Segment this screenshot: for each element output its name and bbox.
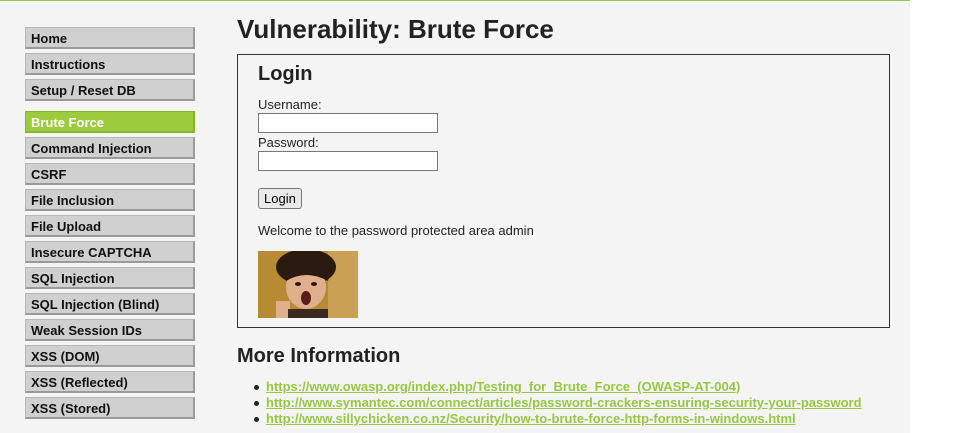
login-button[interactable]: Login bbox=[258, 188, 302, 209]
menu-item-xss-dom[interactable]: XSS (DOM) bbox=[25, 345, 195, 367]
menu-item-xss-reflected[interactable]: XSS (Reflected) bbox=[25, 371, 195, 393]
menu-item-file-upload[interactable]: File Upload bbox=[25, 215, 195, 237]
side-menu: Home Instructions Setup / Reset DB Brute… bbox=[25, 27, 195, 423]
user-avatar-image bbox=[258, 251, 358, 318]
avatar-portrait-icon bbox=[258, 251, 358, 318]
symantec-link[interactable]: http://www.symantec.com/connect/articles… bbox=[266, 395, 862, 410]
menu-item-insecure-captcha[interactable]: Insecure CAPTCHA bbox=[25, 241, 195, 263]
menu-item-sql-injection[interactable]: SQL Injection bbox=[25, 267, 195, 289]
menu-item-home[interactable]: Home bbox=[25, 27, 195, 49]
sillychicken-link[interactable]: http://www.sillychicken.co.nz/Security/h… bbox=[266, 411, 796, 426]
list-item: http://www.symantec.com/connect/articles… bbox=[254, 395, 890, 411]
more-info-list: https://www.owasp.org/index.php/Testing_… bbox=[237, 379, 890, 427]
username-label: Username: bbox=[258, 97, 322, 112]
menu-item-brute-force[interactable]: Brute Force bbox=[25, 111, 195, 133]
password-input[interactable] bbox=[258, 151, 438, 171]
login-heading: Login bbox=[258, 63, 313, 85]
menu-item-instructions[interactable]: Instructions bbox=[25, 53, 195, 75]
menu-item-csrf[interactable]: CSRF bbox=[25, 163, 195, 185]
menu-group-vulnerabilities: Brute Force Command Injection CSRF File … bbox=[25, 111, 195, 419]
menu-item-command-injection[interactable]: Command Injection bbox=[25, 137, 195, 159]
page-title: Vulnerability: Brute Force bbox=[237, 14, 554, 44]
menu-group-general: Home Instructions Setup / Reset DB bbox=[25, 27, 195, 101]
list-item: http://www.sillychicken.co.nz/Security/h… bbox=[254, 411, 890, 427]
password-label: Password: bbox=[258, 135, 319, 150]
main-content: Vulnerability: Brute Force Login Usernam… bbox=[237, 13, 890, 427]
welcome-message: Welcome to the password protected area a… bbox=[258, 223, 534, 238]
more-info-heading: More Information bbox=[237, 345, 401, 367]
login-box: Login Username: Password: Login Welcome … bbox=[237, 54, 890, 328]
menu-item-setup-reset-db[interactable]: Setup / Reset DB bbox=[25, 79, 195, 101]
username-input[interactable] bbox=[258, 113, 438, 133]
menu-item-file-inclusion[interactable]: File Inclusion bbox=[25, 189, 195, 211]
page-container: Home Instructions Setup / Reset DB Brute… bbox=[0, 0, 910, 433]
menu-item-weak-session-ids[interactable]: Weak Session IDs bbox=[25, 319, 195, 341]
menu-item-xss-stored[interactable]: XSS (Stored) bbox=[25, 397, 195, 419]
menu-item-sql-injection-blind[interactable]: SQL Injection (Blind) bbox=[25, 293, 195, 315]
owasp-link[interactable]: https://www.owasp.org/index.php/Testing_… bbox=[266, 379, 740, 394]
list-item: https://www.owasp.org/index.php/Testing_… bbox=[254, 379, 890, 395]
login-form: Username: Password: Login bbox=[258, 98, 869, 209]
